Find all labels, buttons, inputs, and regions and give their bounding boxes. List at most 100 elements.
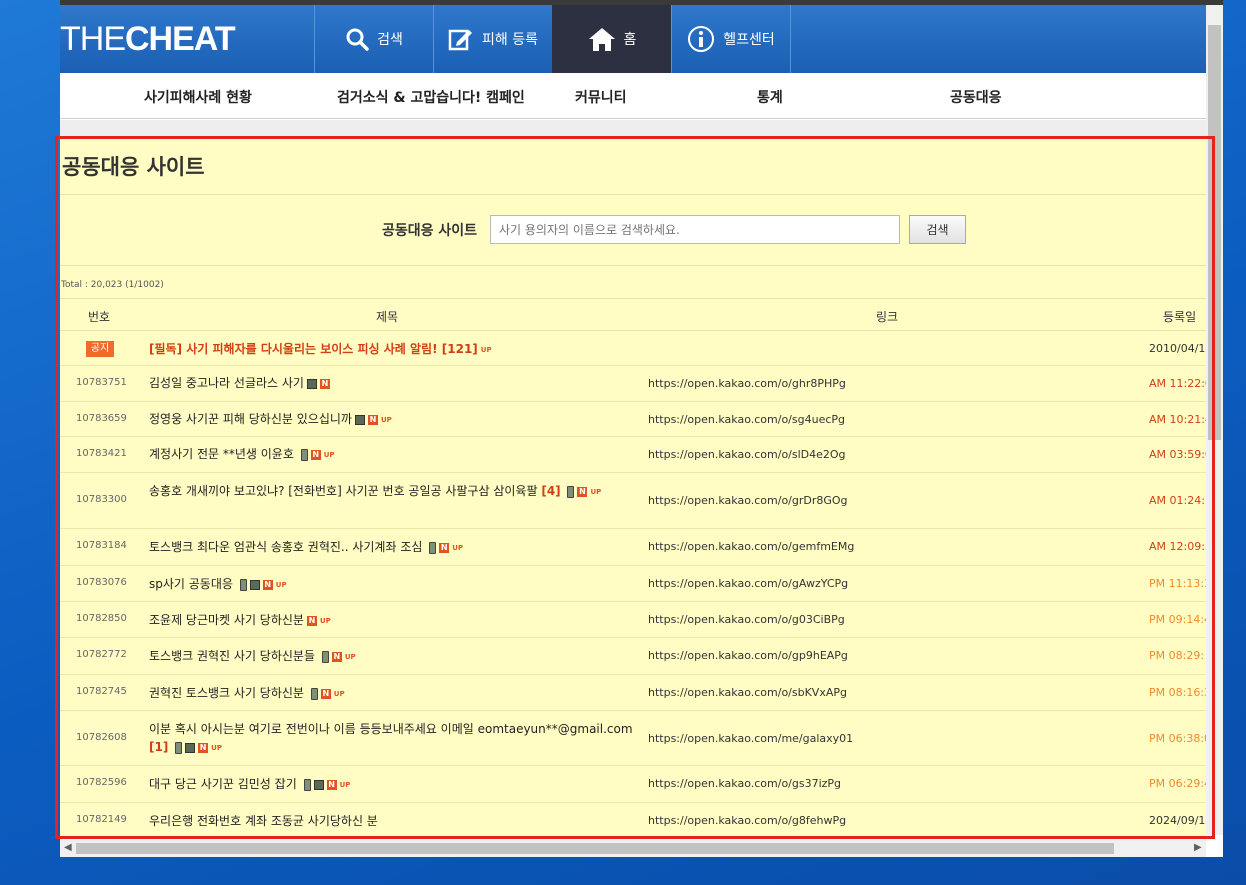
row-link[interactable]: https://open.kakao.com/o/sg4uecPg — [648, 413, 845, 426]
scroll-right-arrow-icon[interactable]: ▶ — [1194, 842, 1202, 853]
row-date: PM 09:14:4 — [1149, 613, 1206, 626]
nav-home[interactable]: 홈 — [552, 5, 671, 73]
table-row[interactable]: 10783751 김성일 중고나라 선글라스 사기 N https://open.… — [60, 366, 1206, 402]
search-icon — [345, 27, 369, 51]
row-title[interactable]: 정영웅 사기꾼 피해 당하신분 있으십니까 N UP — [149, 410, 633, 429]
table-row[interactable]: 10783421 계정사기 전문 **년생 이윤호 N UP https://op… — [60, 437, 1206, 473]
up-icon: UP — [275, 580, 287, 589]
row-date: AM 12:09:5 — [1149, 540, 1206, 553]
row-title-text: 조윤제 당근마켓 사기 당하신분 — [149, 613, 304, 627]
row-title[interactable]: 송홍호 개새끼야 보고있냐? [전화번호] 사기꾼 번호 공일공 사팔구삼 삼이… — [149, 482, 633, 501]
row-link[interactable]: https://open.kakao.com/o/gp9hEAPg — [648, 649, 848, 662]
up-icon: UP — [323, 450, 335, 459]
phone-icon — [303, 778, 311, 791]
row-title[interactable]: 권혁진 토스뱅크 사기 당하신분 N UP — [149, 684, 633, 703]
up-icon: UP — [319, 616, 331, 625]
table-row[interactable]: 10782596 대구 당근 사기꾼 김민성 잡기 N UP https://op… — [60, 766, 1206, 803]
new-icon: N — [319, 378, 330, 389]
row-title[interactable]: 대구 당근 사기꾼 김민성 잡기 N UP — [149, 775, 633, 794]
subnav-arrest-news[interactable]: 검거소식 & 고맙습니다! 캠페인 — [337, 87, 525, 107]
row-date: PM 08:29: — [1149, 649, 1205, 662]
phone-icon — [175, 741, 183, 754]
joint-response-content: 공동대응 사이트 공동대응 사이트 검색 Total : 20,023 (1/1… — [60, 137, 1206, 840]
row-num: 10782850 — [76, 613, 127, 624]
table-row[interactable]: 10782149 우리은행 전화번호 계좌 조동균 사기당하신 분 https:… — [60, 803, 1206, 840]
table-row[interactable]: 10783184 토스뱅크 최다운 엄관식 송홍호 권혁진.. 사기계좌 조심 … — [60, 529, 1206, 566]
vertical-scroll-thumb[interactable] — [1208, 25, 1221, 440]
table-row[interactable]: 10782850 조윤제 당근마켓 사기 당하신분 N UP https://ope… — [60, 602, 1206, 638]
row-title-text: 김성일 중고나라 선글라스 사기 — [149, 376, 304, 390]
row-title[interactable]: 이분 혹시 아시는분 여기로 전번이나 이름 등등보내주세요 이메일 eomta… — [149, 720, 633, 757]
row-num: 10782149 — [76, 814, 127, 825]
row-link[interactable]: https://open.kakao.com/o/gemfmEMg — [648, 540, 854, 553]
row-title-text: 권혁진 토스뱅크 사기 당하신분 — [149, 686, 304, 700]
notice-comment-count: [121] — [441, 342, 478, 356]
vertical-scrollbar[interactable] — [1206, 5, 1223, 835]
notice-row[interactable]: 공지 [필독] 사기 피해자를 다시울리는 보이스 피싱 사례 알림! [121… — [60, 332, 1206, 366]
row-title[interactable]: 토스뱅크 최다운 엄관식 송홍호 권혁진.. 사기계좌 조심 N UP — [149, 538, 633, 557]
row-title[interactable]: 조윤제 당근마켓 사기 당하신분 N UP — [149, 611, 633, 630]
notice-title-text: [필독] 사기 피해자를 다시울리는 보이스 피싱 사례 알림! — [149, 342, 438, 356]
row-title[interactable]: 김성일 중고나라 선글라스 사기 N — [149, 374, 633, 392]
row-title-text: 토스뱅크 권혁진 사기 당하신분들 — [149, 649, 316, 663]
save-icon — [313, 779, 324, 790]
row-link[interactable]: https://open.kakao.com/o/sbKVxAPg — [648, 686, 847, 699]
subnav-community[interactable]: 커뮤니티 — [575, 87, 627, 107]
row-link[interactable]: https://open.kakao.com/o/gs37izPg — [648, 777, 841, 790]
row-title[interactable]: 우리은행 전화번호 계좌 조동균 사기당하신 분 — [149, 812, 633, 830]
notice-date: 2010/04/1 — [1149, 342, 1206, 355]
table-row[interactable]: 10783659 정영웅 사기꾼 피해 당하신분 있으십니까 N UP https:… — [60, 402, 1206, 437]
table-row[interactable]: 10783300 송홍호 개새끼야 보고있냐? [전화번호] 사기꾼 번호 공일… — [60, 473, 1206, 529]
row-title[interactable]: 토스뱅크 권혁진 사기 당하신분들 N UP — [149, 647, 633, 666]
row-title[interactable]: sp사기 공동대응 N UP — [149, 575, 633, 594]
table-row[interactable]: 10782745 권혁진 토스뱅크 사기 당하신분 N UP https://op… — [60, 675, 1206, 711]
row-num: 10782745 — [76, 686, 127, 697]
table-row[interactable]: 10783076 sp사기 공동대응 N UP https://open.kaka… — [60, 566, 1206, 602]
horizontal-scrollbar[interactable]: ◀ ▶ — [60, 840, 1206, 857]
row-title-text: 우리은행 전화번호 계좌 조동균 사기당하신 분 — [149, 814, 378, 828]
phone-icon — [239, 578, 247, 591]
phone-icon — [321, 650, 329, 663]
subnav-statistics[interactable]: 통계 — [757, 87, 783, 107]
nav-search[interactable]: 검색 — [314, 5, 433, 73]
row-title[interactable]: 계정사기 전문 **년생 이윤호 N UP — [149, 445, 633, 464]
search-button[interactable]: 검색 — [909, 215, 966, 244]
subnav-joint-response[interactable]: 공동대응 — [950, 87, 1002, 107]
nav-report[interactable]: 피해 등록 — [433, 5, 552, 73]
table-row[interactable]: 10782608 이분 혹시 아시는분 여기로 전번이나 이름 등등보내주세요 … — [60, 711, 1206, 766]
row-link[interactable]: https://open.kakao.com/me/galaxy01 — [648, 732, 853, 745]
search-label: 공동대응 사이트 — [382, 223, 478, 239]
scroll-left-arrow-icon[interactable]: ◀ — [64, 842, 72, 853]
total-count: Total : 20,023 (1/1002) — [61, 280, 164, 290]
row-num: 10783659 — [76, 413, 127, 424]
up-icon: UP — [452, 543, 464, 552]
row-num: 10783421 — [76, 448, 127, 459]
row-link[interactable]: https://open.kakao.com/o/ghr8PHPg — [648, 377, 846, 390]
up-icon: UP — [339, 780, 351, 789]
notice-badge: 공지 — [86, 341, 114, 357]
row-date: AM 10:21:4 — [1149, 413, 1206, 426]
subnav-fraud-cases[interactable]: 사기피해사례 현황 — [144, 87, 252, 107]
horizontal-scroll-thumb[interactable] — [76, 843, 1114, 854]
row-title-text: 송홍호 개새끼야 보고있냐? [전화번호] 사기꾼 번호 공일공 사팔구삼 삼이… — [149, 484, 538, 498]
row-link[interactable]: https://open.kakao.com/o/gAwzYCPg — [648, 577, 848, 590]
content-gap — [60, 120, 1206, 137]
row-link[interactable]: https://open.kakao.com/o/g03CiBPg — [648, 613, 845, 626]
row-link[interactable]: https://open.kakao.com/o/g8fehwPg — [648, 814, 846, 827]
search-input[interactable] — [490, 215, 900, 244]
row-link[interactable]: https://open.kakao.com/o/grDr8GOg — [648, 494, 848, 507]
new-icon: N — [306, 615, 317, 626]
nav-report-label: 피해 등록 — [482, 32, 538, 48]
row-num: 10782772 — [76, 649, 127, 660]
row-num: 10783076 — [76, 577, 127, 588]
divider — [60, 265, 1206, 266]
new-icon: N — [367, 414, 378, 425]
site-logo[interactable]: THECHEAT — [60, 21, 236, 57]
row-link[interactable]: https://open.kakao.com/o/slD4e2Og — [648, 448, 846, 461]
new-icon: N — [326, 779, 337, 790]
nav-help[interactable]: 헬프센터 — [671, 5, 790, 73]
sub-navigation: 사기피해사례 현황 검거소식 & 고맙습니다! 캠페인 커뮤니티 통계 공동대응 — [60, 73, 1206, 119]
notice-title[interactable]: [필독] 사기 피해자를 다시울리는 보이스 피싱 사례 알림! [121] UP — [149, 340, 633, 359]
table-row[interactable]: 10782772 토스뱅크 권혁진 사기 당하신분들 N UP https://o… — [60, 638, 1206, 675]
browser-window: THECHEAT 검색 피해 등록 홈 헬프센터 사기피해사례 현황 검거소식 … — [60, 0, 1223, 857]
